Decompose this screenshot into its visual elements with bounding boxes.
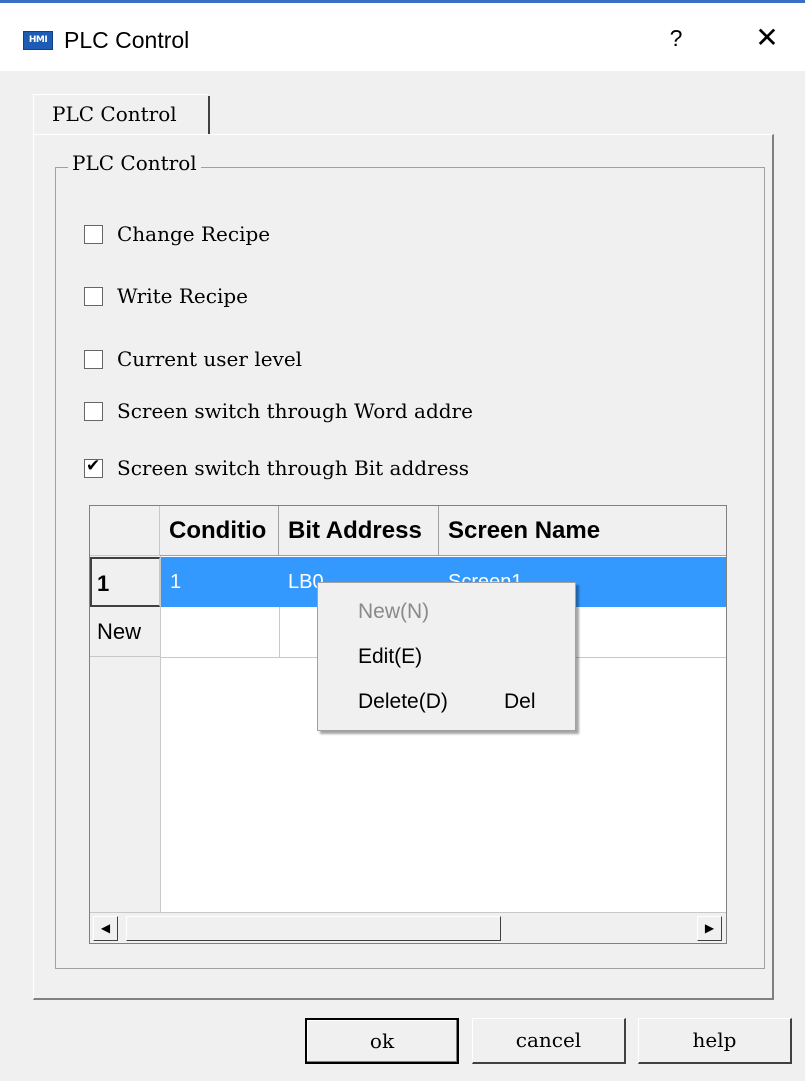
cancel-button[interactable]: cancel bbox=[472, 1018, 626, 1064]
checkbox-label: Write Recipe bbox=[117, 284, 248, 308]
checkbox-change-recipe[interactable]: Change Recipe bbox=[84, 221, 270, 247]
scroll-right-icon[interactable]: ▶ bbox=[697, 916, 722, 941]
table-cell-condition[interactable]: 1 bbox=[161, 557, 279, 607]
checkbox-screen-switch-word[interactable]: Screen switch through Word addre bbox=[84, 398, 473, 424]
checkbox-box-checked[interactable] bbox=[84, 456, 103, 478]
menu-item-edit[interactable]: Edit(E) bbox=[319, 636, 574, 678]
window-title: PLC Control bbox=[64, 27, 190, 53]
menu-item-label: Edit(E) bbox=[358, 645, 423, 668]
checkbox-label: Screen switch through Bit address bbox=[117, 456, 470, 480]
menu-item-label: New(N) bbox=[358, 600, 430, 623]
horizontal-scrollbar[interactable]: ◀ ▶ bbox=[90, 912, 726, 943]
checkbox-box[interactable] bbox=[84, 349, 103, 369]
tab-plc-control[interactable]: PLC Control bbox=[33, 94, 210, 136]
cell-divider bbox=[279, 607, 280, 657]
checkbox-box[interactable] bbox=[84, 224, 103, 244]
checkbox-write-recipe[interactable]: Write Recipe bbox=[84, 283, 248, 309]
checkbox-screen-switch-bit[interactable]: Screen switch through Bit address bbox=[84, 455, 469, 481]
context-menu: New(N) Edit(E) Delete(D) Del bbox=[317, 582, 576, 731]
checkbox-label: Current user level bbox=[117, 347, 303, 371]
group-box-label: PLC Control bbox=[68, 151, 201, 175]
help-button[interactable]: help bbox=[638, 1018, 792, 1064]
checkbox-box[interactable] bbox=[84, 286, 103, 306]
title-bar[interactable]: HMI PLC Control ? ✕ bbox=[0, 3, 805, 71]
menu-item-shortcut: Del bbox=[504, 690, 536, 713]
close-icon[interactable]: ✕ bbox=[752, 21, 782, 54]
column-header-condition[interactable]: Conditio bbox=[160, 506, 279, 556]
row-header-new[interactable]: New bbox=[90, 607, 160, 657]
help-icon[interactable]: ? bbox=[664, 25, 688, 52]
menu-item-label: Delete(D) bbox=[358, 690, 448, 713]
grid-corner bbox=[90, 506, 160, 556]
checkbox-label: Change Recipe bbox=[117, 222, 271, 246]
menu-item-new: New(N) bbox=[319, 591, 574, 633]
row-header-1[interactable]: 1 bbox=[90, 557, 160, 607]
checkbox-label: Screen switch through Word addre bbox=[117, 399, 473, 423]
checkbox-current-user-level[interactable]: Current user level bbox=[84, 346, 302, 372]
column-header-bit-address[interactable]: Bit Address bbox=[279, 506, 439, 556]
scroll-thumb[interactable] bbox=[126, 916, 501, 941]
hmi-app-icon: HMI bbox=[23, 31, 53, 50]
column-header-screen-name[interactable]: Screen Name bbox=[439, 506, 726, 556]
scroll-left-icon[interactable]: ◀ bbox=[93, 916, 118, 941]
ok-button[interactable]: ok bbox=[305, 1018, 459, 1064]
tab-label: PLC Control bbox=[52, 102, 177, 126]
menu-item-delete[interactable]: Delete(D) Del bbox=[319, 681, 574, 723]
checkbox-box[interactable] bbox=[84, 401, 103, 421]
